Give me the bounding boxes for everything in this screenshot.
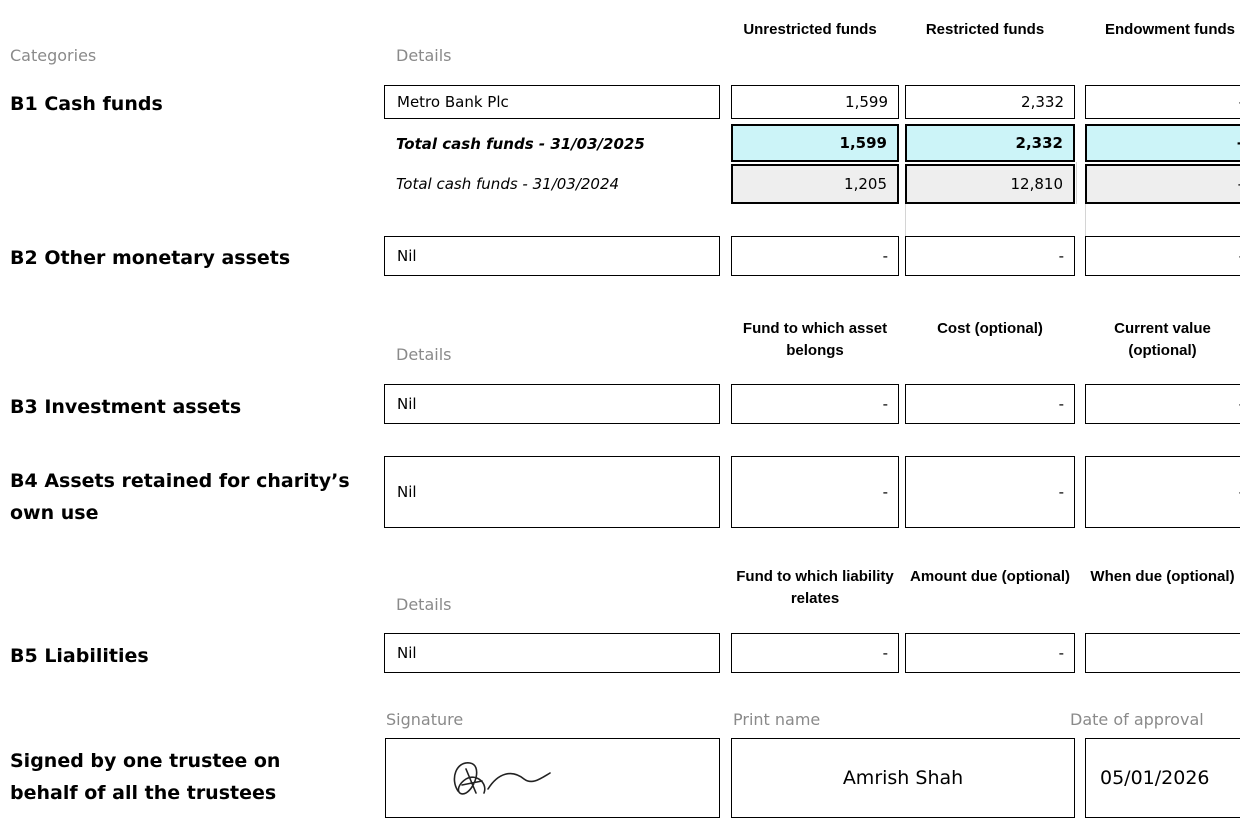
b4-label-line2: own use bbox=[10, 502, 99, 524]
b4-fund-field[interactable]: - bbox=[731, 456, 899, 528]
categories-header: Categories bbox=[10, 46, 97, 65]
total-2024-restricted: 12,810 bbox=[905, 164, 1075, 204]
signoff-label-line2: behalf of all the trustees bbox=[10, 782, 277, 804]
b2-label: B2 Other monetary assets bbox=[10, 247, 291, 269]
b2-unrestricted-field[interactable]: - bbox=[731, 236, 899, 276]
total-2025-restricted: 2,332 bbox=[905, 124, 1075, 162]
grid-line bbox=[905, 204, 906, 238]
amount-due-header: Amount due (optional) bbox=[910, 568, 1070, 585]
b4-detail-field[interactable]: Nil bbox=[384, 456, 720, 528]
b5-amount-due-field[interactable]: - bbox=[905, 633, 1075, 673]
when-due-header: When due (optional) bbox=[1090, 568, 1235, 585]
signature-header: Signature bbox=[386, 710, 464, 729]
signature-field[interactable] bbox=[385, 738, 720, 818]
total-2025-unrestricted: 1,599 bbox=[731, 124, 899, 162]
unrestricted-funds-header: Unrestricted funds bbox=[743, 21, 877, 38]
b2-detail-field[interactable]: Nil bbox=[384, 236, 720, 276]
b5-when-due-field[interactable] bbox=[1085, 633, 1240, 673]
b3-detail-field[interactable]: Nil bbox=[384, 384, 720, 424]
print-name-field[interactable]: Amrish Shah bbox=[731, 738, 1075, 818]
cost-header: Cost (optional) bbox=[937, 320, 1043, 337]
total-2024-unrestricted: 1,205 bbox=[731, 164, 899, 204]
details-header-liabilities: Details bbox=[396, 595, 452, 614]
fund-asset-header: Fund to which asset belongs bbox=[742, 320, 888, 359]
b5-fund-field[interactable]: - bbox=[731, 633, 899, 673]
b3-fund-field[interactable]: - bbox=[731, 384, 899, 424]
b4-label-line1: B4 Assets retained for charity’s bbox=[10, 470, 350, 492]
b1-restricted-field[interactable]: 2,332 bbox=[905, 85, 1075, 119]
details-header: Details bbox=[396, 46, 452, 65]
signoff-label: Signed by one trustee on behalf of all t… bbox=[10, 745, 280, 809]
b4-label: B4 Assets retained for charity’s own use bbox=[10, 465, 350, 529]
total-2025-label: Total cash funds - 31/03/2025 bbox=[396, 135, 645, 153]
total-2025-endowment: - bbox=[1085, 124, 1240, 162]
b3-label: B3 Investment assets bbox=[10, 396, 242, 418]
b5-label: B5 Liabilities bbox=[10, 645, 149, 667]
b1-detail-field[interactable]: Metro Bank Plc bbox=[384, 85, 720, 119]
b4-current-value-field[interactable]: - bbox=[1085, 456, 1240, 528]
total-2024-label: Total cash funds - 31/03/2024 bbox=[396, 175, 620, 193]
b1-endowment-field[interactable]: - bbox=[1085, 85, 1240, 119]
details-header-assets: Details bbox=[396, 345, 452, 364]
b2-restricted-field[interactable]: - bbox=[905, 236, 1075, 276]
b1-unrestricted-field[interactable]: 1,599 bbox=[731, 85, 899, 119]
grid-line bbox=[1085, 204, 1086, 238]
fund-liability-header: Fund to which liability relates bbox=[736, 568, 894, 607]
signature-mark bbox=[453, 762, 551, 795]
signoff-label-line1: Signed by one trustee on bbox=[10, 750, 281, 772]
restricted-funds-header: Restricted funds bbox=[925, 21, 1045, 38]
b5-detail-field[interactable]: Nil bbox=[384, 633, 720, 673]
endowment-funds-header: Endowment funds bbox=[1105, 21, 1235, 38]
b1-label: B1 Cash funds bbox=[10, 93, 163, 115]
date-of-approval-header: Date of approval bbox=[1070, 710, 1204, 729]
current-value-header: Current value (optional) bbox=[1114, 320, 1211, 359]
grid-line bbox=[1076, 162, 1077, 204]
total-2024-endowment: - bbox=[1085, 164, 1240, 204]
b2-endowment-field[interactable]: - bbox=[1085, 236, 1240, 276]
b4-cost-field[interactable]: - bbox=[905, 456, 1075, 528]
b3-cost-field[interactable]: - bbox=[905, 384, 1075, 424]
print-name-header: Print name bbox=[733, 710, 821, 729]
b3-current-value-field[interactable]: - bbox=[1085, 384, 1240, 424]
date-of-approval-field[interactable]: 05/01/2026 bbox=[1085, 738, 1240, 818]
